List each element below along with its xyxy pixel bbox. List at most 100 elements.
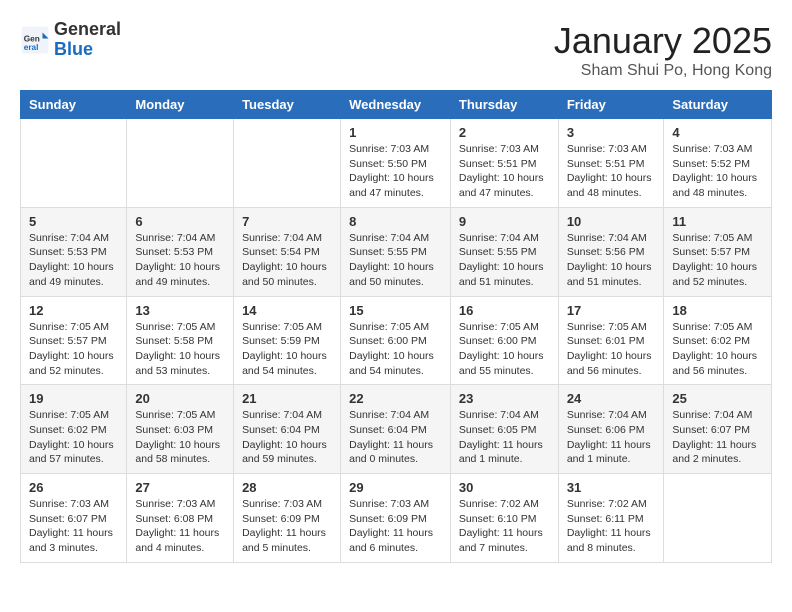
day-number: 21 bbox=[242, 391, 332, 406]
day-number: 20 bbox=[135, 391, 225, 406]
cell-content: Sunrise: 7:04 AM Sunset: 5:53 PM Dayligh… bbox=[29, 231, 118, 290]
calendar-cell bbox=[21, 119, 127, 208]
calendar-cell bbox=[127, 119, 234, 208]
day-header-monday: Monday bbox=[127, 91, 234, 119]
day-number: 10 bbox=[567, 214, 656, 229]
cell-content: Sunrise: 7:04 AM Sunset: 5:55 PM Dayligh… bbox=[349, 231, 442, 290]
calendar-cell: 13 Sunrise: 7:05 AM Sunset: 5:58 PM Dayli… bbox=[127, 296, 234, 385]
cell-content: Sunrise: 7:05 AM Sunset: 5:57 PM Dayligh… bbox=[672, 231, 763, 290]
week-row-4: 19 Sunrise: 7:05 AM Sunset: 6:02 PM Dayli… bbox=[21, 385, 772, 474]
month-title: January 2025 bbox=[554, 20, 772, 62]
cell-content: Sunrise: 7:04 AM Sunset: 5:54 PM Dayligh… bbox=[242, 231, 332, 290]
cell-content: Sunrise: 7:04 AM Sunset: 6:04 PM Dayligh… bbox=[242, 408, 332, 467]
day-number: 25 bbox=[672, 391, 763, 406]
calendar-cell: 5 Sunrise: 7:04 AM Sunset: 5:53 PM Daylig… bbox=[21, 207, 127, 296]
cell-content: Sunrise: 7:05 AM Sunset: 6:03 PM Dayligh… bbox=[135, 408, 225, 467]
day-number: 4 bbox=[672, 125, 763, 140]
day-number: 7 bbox=[242, 214, 332, 229]
calendar-table: SundayMondayTuesdayWednesdayThursdayFrid… bbox=[20, 90, 772, 563]
day-number: 22 bbox=[349, 391, 442, 406]
day-number: 2 bbox=[459, 125, 550, 140]
cell-content: Sunrise: 7:04 AM Sunset: 6:05 PM Dayligh… bbox=[459, 408, 550, 467]
day-number: 23 bbox=[459, 391, 550, 406]
cell-content: Sunrise: 7:03 AM Sunset: 6:08 PM Dayligh… bbox=[135, 497, 225, 556]
week-row-5: 26Sunrise: 7:03 AM Sunset: 6:07 PM Dayli… bbox=[21, 474, 772, 563]
calendar-cell: 25 Sunrise: 7:04 AM Sunset: 6:07 PM Dayli… bbox=[664, 385, 772, 474]
cell-content: Sunrise: 7:04 AM Sunset: 5:56 PM Dayligh… bbox=[567, 231, 656, 290]
cell-content: Sunrise: 7:05 AM Sunset: 6:00 PM Dayligh… bbox=[459, 320, 550, 379]
day-number: 11 bbox=[672, 214, 763, 229]
cell-content: Sunrise: 7:05 AM Sunset: 6:00 PM Dayligh… bbox=[349, 320, 442, 379]
page-header: Gen eral General Blue January 2025 Sham … bbox=[20, 20, 772, 80]
calendar-cell: 3 Sunrise: 7:03 AM Sunset: 5:51 PM Daylig… bbox=[558, 119, 664, 208]
title-area: January 2025 Sham Shui Po, Hong Kong bbox=[554, 20, 772, 80]
calendar-cell: 27 Sunrise: 7:03 AM Sunset: 6:08 PM Dayli… bbox=[127, 474, 234, 563]
logo-text: General Blue bbox=[54, 20, 121, 60]
calendar-cell: 21 Sunrise: 7:04 AM Sunset: 6:04 PM Dayli… bbox=[234, 385, 341, 474]
day-number: 9 bbox=[459, 214, 550, 229]
calendar-cell: 31 Sunrise: 7:02 AM Sunset: 6:11 PM Dayli… bbox=[558, 474, 664, 563]
calendar-cell: 7 Sunrise: 7:04 AM Sunset: 5:54 PM Daylig… bbox=[234, 207, 341, 296]
day-number: 3 bbox=[567, 125, 656, 140]
calendar-cell: 8 Sunrise: 7:04 AM Sunset: 5:55 PM Daylig… bbox=[341, 207, 451, 296]
logo-blue: Blue bbox=[54, 40, 121, 60]
day-number: 19 bbox=[29, 391, 118, 406]
day-number: 8 bbox=[349, 214, 442, 229]
day-number: 5 bbox=[29, 214, 118, 229]
cell-content: Sunrise: 7:05 AM Sunset: 6:02 PM Dayligh… bbox=[29, 408, 118, 467]
cell-content: Sunrise: 7:04 AM Sunset: 6:06 PM Dayligh… bbox=[567, 408, 656, 467]
cell-content: Sunrise: 7:03 AM Sunset: 5:52 PM Dayligh… bbox=[672, 142, 763, 201]
calendar-cell: 4 Sunrise: 7:03 AM Sunset: 5:52 PM Daylig… bbox=[664, 119, 772, 208]
cell-content: Sunrise: 7:03 AM Sunset: 6:09 PM Dayligh… bbox=[349, 497, 442, 556]
day-number: 27 bbox=[135, 480, 225, 495]
cell-content: Sunrise: 7:03 AM Sunset: 5:50 PM Dayligh… bbox=[349, 142, 442, 201]
calendar-cell: 9Sunrise: 7:04 AM Sunset: 5:55 PM Daylig… bbox=[450, 207, 558, 296]
cell-content: Sunrise: 7:03 AM Sunset: 5:51 PM Dayligh… bbox=[459, 142, 550, 201]
calendar-cell: 26Sunrise: 7:03 AM Sunset: 6:07 PM Dayli… bbox=[21, 474, 127, 563]
cell-content: Sunrise: 7:03 AM Sunset: 6:07 PM Dayligh… bbox=[29, 497, 118, 556]
cell-content: Sunrise: 7:05 AM Sunset: 5:58 PM Dayligh… bbox=[135, 320, 225, 379]
day-header-sunday: Sunday bbox=[21, 91, 127, 119]
day-header-thursday: Thursday bbox=[450, 91, 558, 119]
cell-content: Sunrise: 7:05 AM Sunset: 5:57 PM Dayligh… bbox=[29, 320, 118, 379]
calendar-cell: 20 Sunrise: 7:05 AM Sunset: 6:03 PM Dayli… bbox=[127, 385, 234, 474]
calendar-cell: 18 Sunrise: 7:05 AM Sunset: 6:02 PM Dayli… bbox=[664, 296, 772, 385]
day-number: 24 bbox=[567, 391, 656, 406]
calendar-cell: 29 Sunrise: 7:03 AM Sunset: 6:09 PM Dayli… bbox=[341, 474, 451, 563]
calendar-cell: 24 Sunrise: 7:04 AM Sunset: 6:06 PM Dayli… bbox=[558, 385, 664, 474]
calendar-cell: 22 Sunrise: 7:04 AM Sunset: 6:04 PM Dayli… bbox=[341, 385, 451, 474]
calendar-cell: 1 Sunrise: 7:03 AM Sunset: 5:50 PM Daylig… bbox=[341, 119, 451, 208]
calendar-cell: 28Sunrise: 7:03 AM Sunset: 6:09 PM Dayli… bbox=[234, 474, 341, 563]
day-number: 6 bbox=[135, 214, 225, 229]
cell-content: Sunrise: 7:04 AM Sunset: 6:07 PM Dayligh… bbox=[672, 408, 763, 467]
logo: Gen eral General Blue bbox=[20, 20, 121, 60]
days-header-row: SundayMondayTuesdayWednesdayThursdayFrid… bbox=[21, 91, 772, 119]
cell-content: Sunrise: 7:05 AM Sunset: 6:01 PM Dayligh… bbox=[567, 320, 656, 379]
logo-general: General bbox=[54, 20, 121, 40]
day-number: 18 bbox=[672, 303, 763, 318]
calendar-cell: 15Sunrise: 7:05 AM Sunset: 6:00 PM Dayli… bbox=[341, 296, 451, 385]
logo-icon: Gen eral bbox=[20, 25, 50, 55]
calendar-cell: 2 Sunrise: 7:03 AM Sunset: 5:51 PM Daylig… bbox=[450, 119, 558, 208]
cell-content: Sunrise: 7:05 AM Sunset: 5:59 PM Dayligh… bbox=[242, 320, 332, 379]
svg-text:eral: eral bbox=[24, 43, 39, 52]
calendar-cell: 11 Sunrise: 7:05 AM Sunset: 5:57 PM Dayli… bbox=[664, 207, 772, 296]
cell-content: Sunrise: 7:05 AM Sunset: 6:02 PM Dayligh… bbox=[672, 320, 763, 379]
day-number: 1 bbox=[349, 125, 442, 140]
day-number: 16 bbox=[459, 303, 550, 318]
day-number: 13 bbox=[135, 303, 225, 318]
cell-content: Sunrise: 7:02 AM Sunset: 6:11 PM Dayligh… bbox=[567, 497, 656, 556]
cell-content: Sunrise: 7:04 AM Sunset: 5:53 PM Dayligh… bbox=[135, 231, 225, 290]
cell-content: Sunrise: 7:03 AM Sunset: 6:09 PM Dayligh… bbox=[242, 497, 332, 556]
day-number: 29 bbox=[349, 480, 442, 495]
day-number: 31 bbox=[567, 480, 656, 495]
cell-content: Sunrise: 7:03 AM Sunset: 5:51 PM Dayligh… bbox=[567, 142, 656, 201]
day-number: 12 bbox=[29, 303, 118, 318]
week-row-1: 1 Sunrise: 7:03 AM Sunset: 5:50 PM Daylig… bbox=[21, 119, 772, 208]
calendar-cell: 19 Sunrise: 7:05 AM Sunset: 6:02 PM Dayli… bbox=[21, 385, 127, 474]
day-number: 17 bbox=[567, 303, 656, 318]
cell-content: Sunrise: 7:04 AM Sunset: 6:04 PM Dayligh… bbox=[349, 408, 442, 467]
cell-content: Sunrise: 7:02 AM Sunset: 6:10 PM Dayligh… bbox=[459, 497, 550, 556]
calendar-cell: 6 Sunrise: 7:04 AM Sunset: 5:53 PM Daylig… bbox=[127, 207, 234, 296]
day-header-friday: Friday bbox=[558, 91, 664, 119]
